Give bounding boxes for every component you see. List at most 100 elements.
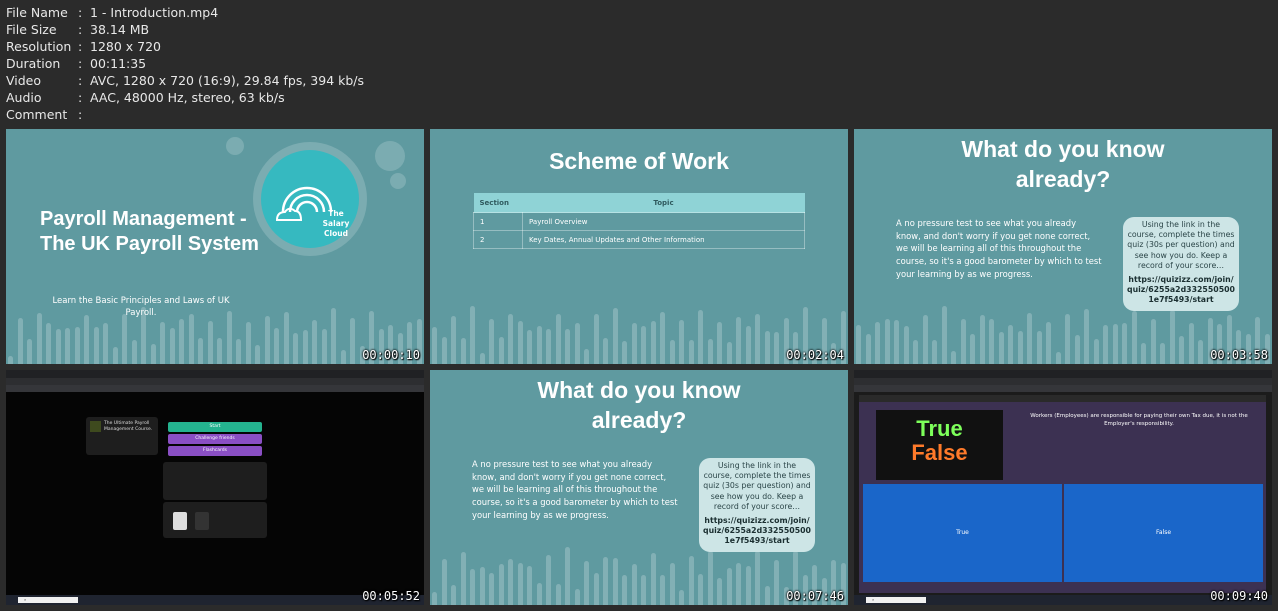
decorative-bar [903, 326, 909, 364]
decorative-bar [584, 561, 589, 605]
decorative-bar [546, 329, 551, 364]
info-value: AVC, 1280 x 720 (16:9), 29.84 fps, 394 k… [90, 73, 365, 88]
decorative-bar [951, 350, 956, 364]
timestamp: 00:09:40 [1210, 589, 1268, 603]
quiz-instructions: Using the link in the course, complete t… [1127, 220, 1235, 270]
decorative-bar [1112, 324, 1118, 364]
decorative-bar [641, 574, 646, 605]
decorative-bar [1169, 310, 1175, 364]
decorative-bar [122, 314, 127, 364]
decorative-bar [498, 336, 504, 364]
decorative-bar [451, 585, 456, 605]
decorative-bar [460, 552, 466, 605]
timestamp: 00:00:10 [362, 348, 420, 362]
taskbar-search[interactable]: ⌕ [866, 597, 926, 603]
decorative-bar [875, 321, 880, 364]
timestamp: 00:07:46 [786, 589, 844, 603]
quiz-link-box: Using the link in the course, complete t… [1123, 217, 1239, 311]
decorative-bar [546, 555, 551, 605]
decorative-bar [631, 323, 637, 364]
slide-subtitle: Learn the Basic Principles and Laws of U… [52, 296, 230, 318]
flashcards-button[interactable]: Flashcards [168, 446, 262, 456]
decorative-bar [989, 318, 994, 364]
info-value: 00:11:35 [90, 56, 147, 71]
decorative-bar [745, 566, 751, 605]
info-value: 1 - Introduction.mp4 [90, 5, 219, 20]
decorative-bar [489, 572, 494, 605]
start-button[interactable]: Start [168, 422, 262, 432]
info-key: File Name [6, 5, 68, 20]
decorative-bar [650, 321, 656, 364]
decorative-bar [302, 329, 308, 364]
decorative-bar [1131, 310, 1137, 364]
decorative-bar [865, 334, 871, 364]
decorative-bubble [390, 173, 406, 189]
decorative-bar [65, 328, 70, 364]
decorative-bar [631, 564, 637, 605]
info-key: Comment [6, 107, 68, 122]
decorative-bar [245, 322, 251, 364]
decorative-bar [1188, 322, 1194, 364]
taskbar-search[interactable]: ⌕ [18, 597, 78, 603]
answer-false-option[interactable]: False [1064, 484, 1263, 582]
decorative-bar [745, 326, 751, 364]
theme-option[interactable] [173, 512, 187, 530]
decorative-bar [774, 331, 779, 364]
decorative-bar [8, 356, 13, 364]
decorative-bar [1074, 335, 1080, 364]
decorative-bar [27, 339, 32, 364]
file-info-row: Audio: AAC, 48000 Hz, stereo, 63 kb/s [6, 90, 285, 105]
browser-url-bar [854, 378, 1272, 385]
answer-true-option[interactable]: True [863, 484, 1062, 582]
thumbnail-3[interactable]: What do you know already? A no pressure … [854, 129, 1272, 364]
decorative-bar [293, 333, 298, 364]
decorative-bar [451, 315, 456, 364]
timestamp: 00:03:58 [1210, 348, 1268, 362]
decorative-bar [650, 552, 656, 605]
decorative-bar [1093, 339, 1099, 364]
browser-tabs [854, 370, 1272, 378]
theme-option[interactable] [195, 512, 209, 530]
decorative-bar [1017, 331, 1023, 364]
decorative-bar [764, 585, 770, 605]
decorative-bar [688, 555, 694, 605]
decorative-bar [112, 346, 118, 364]
thumbnail-6[interactable]: True False Workers (Employees) are respo… [854, 370, 1272, 605]
decorative-bar [660, 312, 665, 364]
decorative-bar [1141, 342, 1146, 364]
timestamp: 00:02:04 [786, 348, 844, 362]
thumbnail-2[interactable]: Scheme of Work Section Topic 1 Payroll O… [430, 129, 848, 364]
timestamp: 00:05:52 [362, 589, 420, 603]
info-value: 38.14 MB [90, 22, 150, 37]
decorative-bar [274, 328, 279, 364]
settings-card [163, 462, 267, 500]
neon-true-text: True [916, 416, 963, 441]
decorative-bar [603, 557, 608, 605]
file-info-row: File Size:38.14 MB [6, 22, 150, 37]
decorative-bar [340, 349, 346, 364]
decorative-bar [441, 337, 447, 364]
thumbnail-4[interactable]: The Ultimate Payroll Management Course. … [6, 370, 424, 605]
cell-section: 1 [473, 212, 523, 231]
decorative-bar [622, 575, 627, 605]
decorative-bar [460, 337, 466, 364]
challenge-friends-button[interactable]: Challenge friends [168, 434, 262, 444]
quiz-url[interactable]: https://quizizz.com/join/quiz/6255a2d332… [1127, 275, 1235, 306]
cell-section: 2 [473, 230, 523, 249]
decorative-bar [198, 338, 203, 364]
decorative-bar [527, 565, 532, 605]
decorative-bar [641, 326, 646, 364]
quiz-thumb [90, 421, 101, 432]
decorative-bar [707, 338, 713, 364]
decorative-bubble [226, 137, 244, 155]
header-topic: Topic [522, 193, 805, 213]
decorative-bar [169, 328, 175, 364]
decorative-bar [736, 563, 741, 605]
thumbnail-5[interactable]: What do you know already? A no pressure … [430, 370, 848, 605]
browser-bookmarks [854, 385, 1272, 392]
table-header-row: Section Topic [473, 193, 805, 213]
thumbnail-1[interactable]: The Salary Cloud Payroll Management - Th… [6, 129, 424, 364]
decorative-bar [688, 340, 694, 364]
decorative-bar [160, 322, 165, 364]
quiz-url[interactable]: https://quizizz.com/join/quiz/6255a2d332… [703, 516, 811, 547]
